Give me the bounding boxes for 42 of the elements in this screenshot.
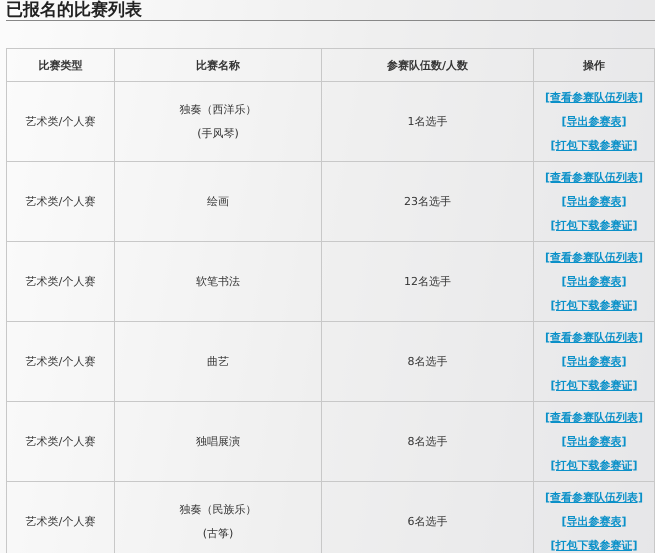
column-header: 参赛队伍数/人数 <box>322 48 534 82</box>
action-link[interactable]: [查看参赛队伍列表] <box>544 410 644 424</box>
column-header: 操作 <box>534 48 654 82</box>
action-link[interactable]: [打包下载参赛证] <box>550 538 638 552</box>
competition-name: 曲艺 <box>206 354 230 370</box>
action-link[interactable]: [导出参赛表] <box>561 514 627 528</box>
table-cell: 8名选手 <box>322 402 534 482</box>
table-cell: 艺术类/个人赛 <box>6 162 114 242</box>
table-cell: 8名选手 <box>322 322 534 402</box>
action-link[interactable]: [查看参赛队伍列表] <box>544 330 644 344</box>
action-link[interactable]: [打包下载参赛证] <box>550 138 638 152</box>
competition-name: (古筝) <box>202 526 234 542</box>
action-link[interactable]: [打包下载参赛证] <box>550 458 638 472</box>
action-link[interactable]: [导出参赛表] <box>561 434 627 448</box>
competition-name: 独唱展演 <box>195 434 241 450</box>
competition-name: 软笔书法 <box>195 274 241 290</box>
column-header: 比赛类型 <box>6 48 114 82</box>
table-cell: 艺术类/个人赛 <box>6 482 114 553</box>
competition-name: 绘画 <box>206 194 230 210</box>
table-cell: 艺术类/个人赛 <box>6 242 114 322</box>
competition-name: 独奏（西洋乐） <box>178 102 258 118</box>
action-link[interactable]: [查看参赛队伍列表] <box>544 90 644 104</box>
action-link[interactable]: [查看参赛队伍列表] <box>544 170 644 184</box>
table-cell: 艺术类/个人赛 <box>6 82 114 162</box>
competition-name: (手风琴) <box>196 126 240 142</box>
table-cell: 艺术类/个人赛 <box>6 322 114 402</box>
table-cell: 23名选手 <box>322 162 534 242</box>
action-link[interactable]: [查看参赛队伍列表] <box>544 250 644 264</box>
action-link[interactable]: [导出参赛表] <box>561 114 627 128</box>
action-link[interactable]: [打包下载参赛证] <box>550 218 638 232</box>
table-cell: 12名选手 <box>322 242 534 322</box>
action-link[interactable]: [查看参赛队伍列表] <box>544 490 644 504</box>
section-heading: 已报名的比赛列表 <box>6 0 655 21</box>
action-link[interactable]: [导出参赛表] <box>561 194 627 208</box>
action-link[interactable]: [导出参赛表] <box>561 274 627 288</box>
table-cell: 1名选手 <box>322 82 534 162</box>
action-link[interactable]: [导出参赛表] <box>561 354 627 368</box>
competition-name: 独奏（民族乐） <box>178 502 258 518</box>
action-link[interactable]: [打包下载参赛证] <box>550 298 638 312</box>
column-header: 比赛名称 <box>114 48 322 82</box>
action-link[interactable]: [打包下载参赛证] <box>550 378 638 392</box>
table-cell: 艺术类/个人赛 <box>6 402 114 482</box>
